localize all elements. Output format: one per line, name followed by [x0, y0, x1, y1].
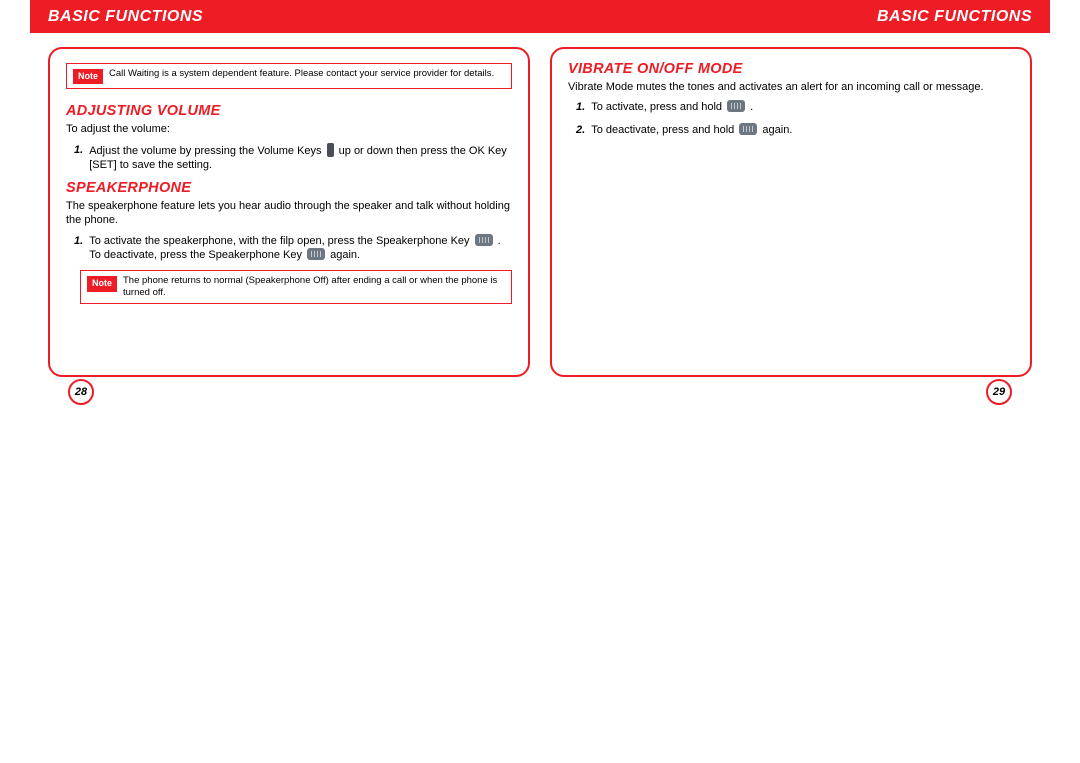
step-text-b: again.: [759, 124, 792, 136]
speakerphone-key-icon: [475, 234, 493, 246]
note-text: The phone returns to normal (Speakerphon…: [123, 275, 505, 299]
volume-key-icon: [327, 143, 334, 157]
note-speakerphone: Note The phone returns to normal (Speake…: [80, 270, 512, 304]
note-call-waiting: Note Call Waiting is a system dependent …: [66, 63, 512, 89]
step-text: Adjust the volume by pressing the Volume…: [89, 143, 512, 173]
content-box-left: Note Call Waiting is a system dependent …: [48, 47, 530, 377]
step-number: 1.: [74, 143, 83, 173]
header-left: BASIC FUNCTIONS: [30, 0, 540, 33]
vibrate-key-icon: [739, 123, 757, 135]
page-number-right: 29: [986, 379, 1012, 405]
section-adjusting-volume-title: ADJUSTING VOLUME: [66, 103, 512, 119]
section-vibrate-title: VIBRATE ON/OFF MODE: [568, 61, 1014, 77]
page-right: BASIC FUNCTIONS VIBRATE ON/OFF MODE Vibr…: [540, 0, 1050, 377]
volume-step-1: 1. Adjust the volume by pressing the Vol…: [74, 143, 512, 173]
step-text-b: .: [747, 101, 753, 113]
note-text: Call Waiting is a system dependent featu…: [109, 68, 505, 80]
speakerphone-key-icon: [307, 248, 325, 260]
step-text-a: Adjust the volume by pressing the Volume…: [89, 145, 324, 157]
step-text: To activate the speakerphone, with the f…: [89, 234, 512, 263]
step-number: 2.: [576, 123, 585, 137]
section-adjusting-volume-intro: To adjust the volume:: [66, 122, 512, 136]
step-text: To activate, press and hold .: [591, 100, 753, 114]
header-right: BASIC FUNCTIONS: [540, 0, 1050, 33]
section-speakerphone-title: SPEAKERPHONE: [66, 180, 512, 196]
content-box-right: VIBRATE ON/OFF MODE Vibrate Mode mutes t…: [550, 47, 1032, 377]
section-vibrate-intro: Vibrate Mode mutes the tones and activat…: [568, 80, 1014, 94]
step-text-a: To activate, press and hold: [591, 101, 725, 113]
step-text: To deactivate, press and hold again.: [591, 123, 792, 137]
vibrate-step-2: 2. To deactivate, press and hold again.: [576, 123, 1014, 137]
section-speakerphone-intro: The speakerphone feature lets you hear a…: [66, 199, 512, 228]
step-text-a: To activate the speakerphone, with the f…: [89, 235, 472, 247]
page-left: BASIC FUNCTIONS Note Call Waiting is a s…: [30, 0, 540, 377]
step-text-c: again.: [327, 249, 360, 261]
page-spread: BASIC FUNCTIONS Note Call Waiting is a s…: [0, 0, 1080, 377]
step-text-a: To deactivate, press and hold: [591, 124, 737, 136]
note-label: Note: [73, 69, 103, 84]
vibrate-key-icon: [727, 100, 745, 112]
step-number: 1.: [576, 100, 585, 114]
page-number-left: 28: [68, 379, 94, 405]
note-label: Note: [87, 276, 117, 291]
step-number: 1.: [74, 234, 83, 263]
speakerphone-step-1: 1. To activate the speakerphone, with th…: [74, 234, 512, 263]
vibrate-step-1: 1. To activate, press and hold .: [576, 100, 1014, 114]
